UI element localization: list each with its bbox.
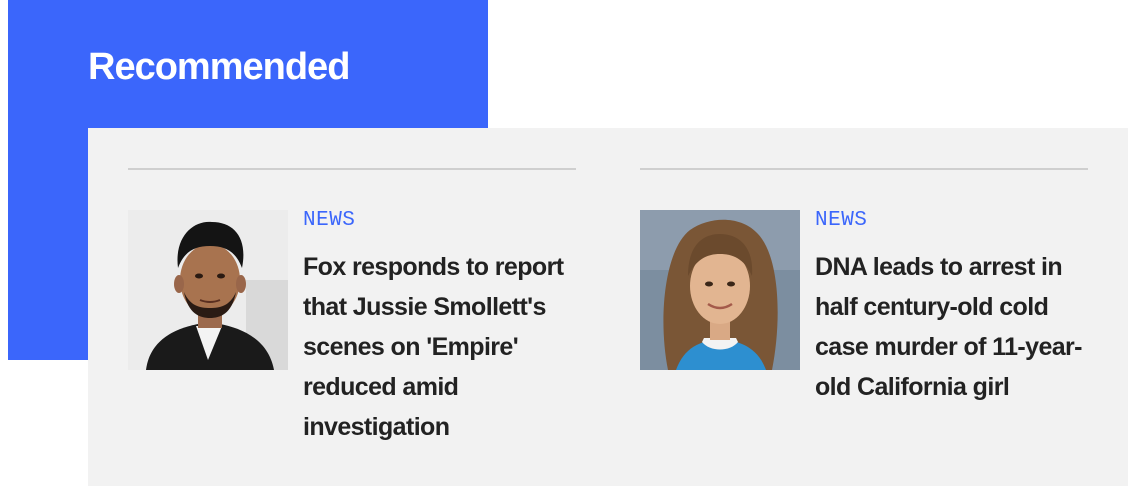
article-text: NEWS DNA leads to arrest in half century… (815, 208, 1088, 407)
category-label[interactable]: NEWS (815, 208, 1088, 234)
article-thumbnail[interactable] (640, 210, 800, 370)
section-title: Recommended (88, 46, 350, 88)
recommended-module: Recommended NEWS Fox responds to report … (0, 0, 1128, 504)
article-text: NEWS Fox responds to report that Jussie … (303, 208, 576, 447)
category-label[interactable]: NEWS (303, 208, 576, 234)
article-thumbnail[interactable] (128, 210, 288, 370)
recommended-panel: NEWS Fox responds to report that Jussie … (88, 128, 1128, 486)
article-headline[interactable]: Fox responds to report that Jussie Smoll… (303, 247, 576, 447)
article-card[interactable]: NEWS DNA leads to arrest in half century… (640, 168, 1088, 407)
article-card[interactable]: NEWS Fox responds to report that Jussie … (128, 168, 576, 447)
article-headline[interactable]: DNA leads to arrest in half century-old … (815, 247, 1088, 407)
